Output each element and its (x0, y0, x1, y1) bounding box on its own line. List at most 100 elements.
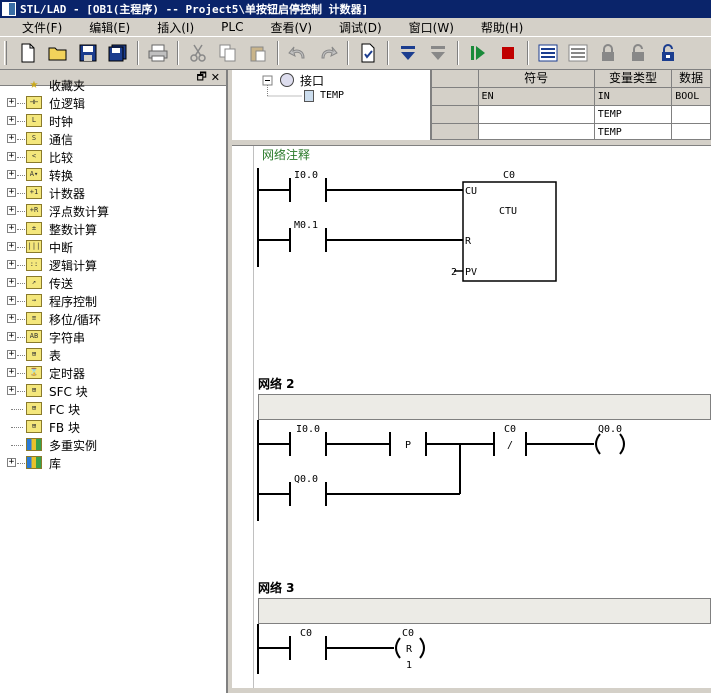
tree-item[interactable]: + ⊣⊢ 位逻辑 (0, 94, 226, 112)
var-type-cell[interactable]: TEMP (595, 124, 673, 139)
expand-toggle-icon[interactable]: + (7, 314, 16, 323)
data-type-cell[interactable] (672, 106, 711, 124)
menu-help[interactable]: 帮助(H) (463, 19, 532, 36)
expand-toggle-icon[interactable]: + (7, 134, 16, 143)
cut-icon[interactable] (183, 39, 213, 67)
expand-toggle-icon[interactable]: + (7, 152, 16, 161)
expand-toggle-icon[interactable]: + (7, 242, 16, 251)
table-row[interactable]: TEMP (432, 106, 711, 124)
upload-icon[interactable] (423, 39, 453, 67)
symbol-cell[interactable] (479, 124, 595, 139)
tree-item[interactable]: + S 通信 (0, 130, 226, 148)
toolbar-grip[interactable] (4, 41, 7, 65)
network-1-rungs[interactable]: I0.0 M0.1 C0 CTU CU R PV 2 (254, 164, 711, 294)
menu-edit[interactable]: 编辑(E) (71, 19, 139, 36)
tree-item[interactable]: + < 比较 (0, 148, 226, 166)
network-3-rungs[interactable]: C0 C0 R 1 (254, 624, 711, 688)
network-3-comment-box[interactable] (258, 598, 711, 624)
network-2-rungs[interactable]: I0.0 P C0 / Q0.0 Q0.0 (254, 420, 711, 530)
expand-toggle-icon[interactable]: + (7, 206, 16, 215)
tree-item[interactable]: + +R 浮点数计算 (0, 202, 226, 220)
open-icon[interactable] (43, 39, 73, 67)
undo-icon[interactable] (283, 39, 313, 67)
expand-toggle-icon[interactable]: + (7, 368, 16, 377)
symbol-cell[interactable] (478, 106, 595, 124)
column-header-symbol[interactable]: 符号 (478, 70, 595, 88)
menu-file[interactable]: 文件(F) (4, 19, 71, 36)
tree-item[interactable]: ⊞ FB 块 (0, 418, 226, 436)
table-status-icon[interactable] (563, 39, 593, 67)
menu-window[interactable]: 窗口(W) (391, 19, 463, 36)
network-3-title[interactable]: 网络 3 (258, 579, 295, 596)
table-row[interactable]: TEMP (432, 124, 711, 139)
expand-toggle-icon[interactable]: + (7, 170, 16, 179)
menu-plc[interactable]: PLC (203, 20, 252, 34)
expand-toggle-icon[interactable]: + (7, 224, 16, 233)
new-icon[interactable] (13, 39, 43, 67)
tree-item[interactable]: + ↗ 传送 (0, 274, 226, 292)
row-header[interactable] (432, 106, 479, 124)
tree-item[interactable]: + ||| 中断 (0, 238, 226, 256)
tree-item[interactable]: + → 程序控制 (0, 292, 226, 310)
save-icon[interactable] (73, 39, 103, 67)
expand-toggle-icon[interactable]: + (7, 278, 16, 287)
reset-coil-c0[interactable] (395, 637, 401, 659)
tree-item[interactable]: + ± 整数计算 (0, 220, 226, 238)
tree-item[interactable]: + ⊞ SFC 块 (0, 382, 226, 400)
copy-icon[interactable] (213, 39, 243, 67)
download-icon[interactable] (393, 39, 423, 67)
tree-item[interactable]: ★ 收藏夹 (0, 76, 226, 94)
expand-toggle-icon[interactable]: + (7, 332, 16, 341)
redo-icon[interactable] (313, 39, 343, 67)
coil-q0-0[interactable] (595, 433, 601, 455)
pv-value[interactable]: 2 (451, 267, 457, 278)
expand-toggle-icon[interactable]: + (7, 98, 16, 107)
expand-toggle-icon[interactable]: + (7, 350, 16, 359)
tree-item[interactable]: + L 时钟 (0, 112, 226, 130)
tree-item[interactable]: + AB 字符串 (0, 328, 226, 346)
row-header[interactable] (432, 88, 479, 106)
unlock-icon[interactable] (623, 39, 653, 67)
network-2-title[interactable]: 网络 2 (258, 375, 295, 392)
tree-item[interactable]: + ≡ 移位/循环 (0, 310, 226, 328)
expand-toggle-icon[interactable]: + (7, 188, 16, 197)
lock-icon[interactable] (593, 39, 623, 67)
tree-item[interactable]: + ⌛ 定时器 (0, 364, 226, 382)
expand-toggle-icon[interactable]: + (7, 296, 16, 305)
interface-root-label[interactable]: 接口 (300, 72, 324, 89)
expand-toggle-icon[interactable]: + (7, 260, 16, 269)
tree-item[interactable]: +:: 逻辑计算 (0, 256, 226, 274)
var-type-cell[interactable]: IN (594, 88, 673, 106)
var-type-cell[interactable]: TEMP (594, 106, 673, 124)
tree-item[interactable]: + ⊞ 表 (0, 346, 226, 364)
menu-view[interactable]: 查看(V) (252, 19, 321, 36)
column-header-data-type[interactable]: 数据 (672, 70, 711, 88)
save-all-icon[interactable] (103, 39, 133, 67)
network-2-comment-box[interactable] (258, 394, 711, 420)
table-row[interactable]: EN IN BOOL (432, 88, 711, 106)
horizontal-scrollbar[interactable] (232, 688, 711, 693)
expand-toggle-icon[interactable]: + (7, 386, 16, 395)
expand-toggle-icon[interactable]: + (7, 458, 16, 467)
tree-item[interactable]: + +1 计数器 (0, 184, 226, 202)
expand-toggle-icon[interactable]: + (7, 116, 16, 125)
compile-icon[interactable] (353, 39, 383, 67)
temp-node-label[interactable]: TEMP (320, 90, 344, 101)
unlock-all-icon[interactable] (653, 39, 683, 67)
menu-insert[interactable]: 插入(I) (139, 19, 203, 36)
tree-item[interactable]: ▥ 多重实例 (0, 436, 226, 454)
row-header[interactable] (432, 124, 479, 139)
tree-item[interactable]: + A▾ 转换 (0, 166, 226, 184)
menu-debug[interactable]: 调试(D) (321, 19, 391, 36)
data-type-cell[interactable] (672, 124, 711, 139)
tree-item[interactable]: + ▥ 库 (0, 454, 226, 472)
column-header-var-type[interactable]: 变量类型 (594, 70, 673, 88)
data-type-cell[interactable]: BOOL (672, 88, 711, 106)
program-status-icon[interactable] (533, 39, 563, 67)
network-1-comment[interactable]: 网络注释 (262, 146, 310, 163)
tree-item[interactable]: ⊞ FC 块 (0, 400, 226, 418)
print-icon[interactable] (143, 39, 173, 67)
symbol-cell[interactable]: EN (478, 88, 595, 106)
stop-icon[interactable] (493, 39, 523, 67)
paste-icon[interactable] (243, 39, 273, 67)
